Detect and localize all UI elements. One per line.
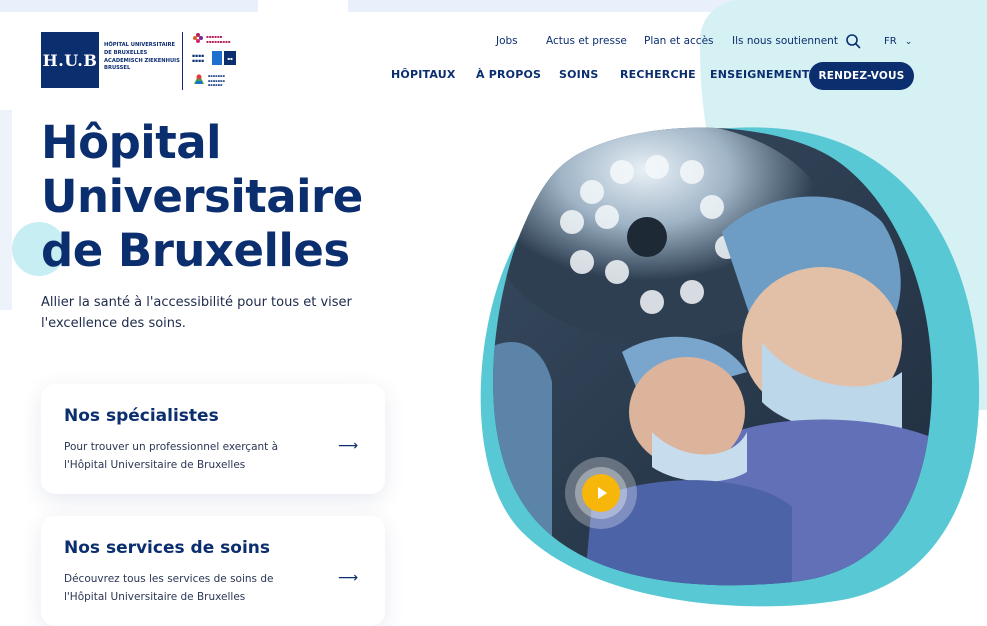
language-label: FR — [884, 36, 897, 47]
bordet-logo-icon — [193, 33, 203, 43]
search-icon[interactable] — [845, 33, 861, 49]
erasme-logo-text: ▪▪▪▪ ▪▪▪▪ — [192, 54, 205, 64]
card-title: Nos services de soins — [64, 538, 270, 558]
rendez-vous-button[interactable]: RENDEZ-VOUS — [809, 62, 914, 90]
nav-item-hopitaux[interactable]: HÔPITAUX — [391, 68, 456, 81]
nav-link-actus-presse[interactable]: Actus et presse — [546, 35, 627, 47]
arrow-right-icon[interactable]: ⟶ — [338, 438, 358, 454]
nav-link-jobs[interactable]: Jobs — [496, 35, 518, 47]
nav-item-enseignement[interactable]: ENSEIGNEMENT — [710, 68, 810, 81]
video-play-button[interactable] — [565, 457, 637, 529]
nav-item-soins[interactable]: SOINS — [559, 68, 599, 81]
erasme-logo-icon — [212, 51, 222, 65]
surgeons-photo — [480, 127, 980, 607]
nav-link-soutiennent[interactable]: Ils nous soutiennent — [732, 35, 838, 47]
card-services-soins[interactable]: Nos services de soins Découvrez tous les… — [41, 516, 385, 626]
chevron-down-icon: ⌄ — [904, 36, 913, 47]
nav-item-recherche[interactable]: RECHERCHE — [620, 68, 696, 81]
arrow-right-icon[interactable]: ⟶ — [338, 570, 358, 586]
language-selector[interactable]: FR ⌄ — [884, 36, 912, 47]
sls-logo-icon: ▪▪ — [224, 51, 236, 65]
left-background-block — [0, 110, 12, 310]
page-title: Hôpital Universitaire de Bruxelles — [41, 116, 363, 277]
card-text: Pour trouver un professionnel exerçant à… — [64, 441, 279, 471]
bordet-logo-text: ▪▪▪▪▪▪ ▪▪▪▪▪▪▪▪▪ — [206, 34, 231, 44]
card-text: Découvrez tous les services de soins de … — [64, 573, 274, 603]
hero-image-blob — [462, 112, 987, 612]
card-specialistes[interactable]: Nos spécialistes Pour trouver un profess… — [41, 384, 385, 494]
play-icon — [598, 487, 607, 499]
nav-link-plan-acces[interactable]: Plan et accès — [644, 35, 714, 47]
hero-subtitle: Allier la santé à l'accessibilité pour t… — [41, 295, 352, 331]
nav-item-a-propos[interactable]: À PROPOS — [476, 68, 541, 81]
card-title: Nos spécialistes — [64, 406, 219, 426]
